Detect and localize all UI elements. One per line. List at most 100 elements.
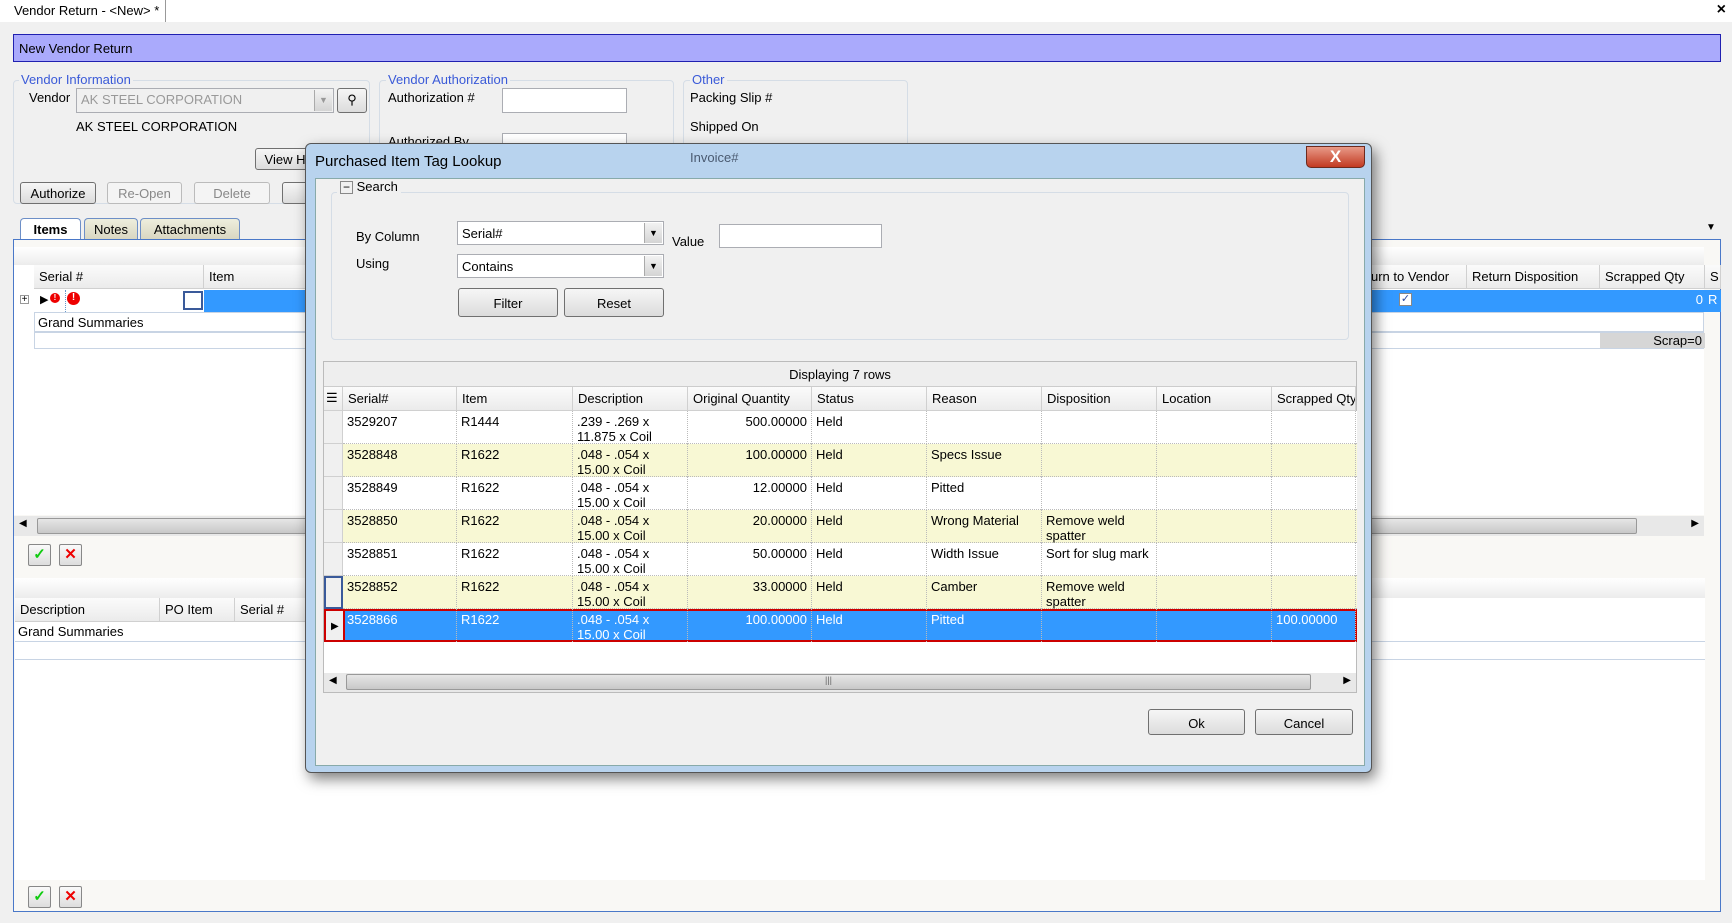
cell-scrapped-qty — [1272, 543, 1356, 576]
col-scrapped-qty[interactable]: Scrapped Qty — [1600, 265, 1705, 289]
scrap-summary: Scrap=0 — [1600, 333, 1705, 348]
cancel-button[interactable]: Cancel — [1255, 709, 1353, 735]
tab-notes[interactable]: Notes — [84, 218, 138, 240]
col-description[interactable]: Description — [15, 598, 160, 622]
row-selector[interactable] — [324, 510, 343, 543]
column-chooser-icon[interactable]: ☰ — [324, 387, 343, 411]
tab-attachments[interactable]: Attachments — [140, 218, 240, 240]
row-scrapped-qty: 0 — [1695, 292, 1703, 307]
col-s[interactable]: S — [1705, 265, 1721, 289]
col-item[interactable]: Item — [204, 265, 314, 289]
row-selector[interactable] — [324, 576, 343, 609]
cell-original-quantity: 50.00000 — [688, 543, 812, 576]
row-selector[interactable]: ▶ — [324, 609, 343, 642]
col-scrapped-qty[interactable]: Scrapped Qty — [1272, 387, 1356, 411]
col-serial[interactable]: Serial # — [34, 265, 204, 289]
cell-description: .048 - .054 x 15.00 x Coil — [573, 576, 688, 609]
col-location[interactable]: Location — [1157, 387, 1272, 411]
cell-status: Held — [812, 477, 927, 510]
cell-item: R1622 — [457, 609, 573, 642]
cell-serial: 3528849 — [343, 477, 457, 510]
reopen-button[interactable]: Re-Open — [107, 182, 182, 204]
value-input[interactable] — [719, 224, 882, 248]
reset-button[interactable]: Reset — [564, 288, 664, 317]
row-selector[interactable] — [324, 411, 343, 444]
error-icon: ! — [67, 292, 80, 305]
authorize-button[interactable]: Authorize — [20, 182, 96, 204]
cancel-x-icon[interactable]: ✕ — [59, 886, 82, 908]
table-row[interactable]: 3528849 R1622.048 - .054 x 15.00 x Coil 12… — [343, 477, 1357, 510]
chevron-down-icon[interactable]: ▼ — [314, 90, 332, 111]
cancel-x-icon[interactable]: ✕ — [59, 544, 82, 566]
value-label: Value — [672, 234, 705, 249]
tab-list-dropdown-icon[interactable]: ▼ — [1706, 222, 1716, 233]
table-row[interactable]: 3528851 R1622.048 - .054 x 15.00 x Coil 50… — [343, 543, 1357, 576]
dialog-close-icon[interactable]: X — [1306, 146, 1365, 168]
lookup-hscrollbar[interactable]: ||| ◀ ▶ — [324, 673, 1356, 692]
filter-button[interactable]: Filter — [458, 288, 558, 317]
return-to-vendor-checkbox[interactable]: ✓ — [1399, 293, 1412, 306]
auth-number-input[interactable] — [502, 88, 627, 113]
row-selector[interactable] — [324, 543, 343, 576]
chevron-down-icon[interactable]: ▼ — [644, 223, 662, 243]
table-row[interactable]: 3529207 R1444.239 - .269 x 11.875 x Coil 5… — [343, 411, 1357, 444]
vendor-combo[interactable]: AK STEEL CORPORATION ▼ — [76, 88, 334, 113]
cell-original-quantity: 20.00000 — [688, 510, 812, 543]
binoculars-icon[interactable]: ⚲ — [337, 88, 367, 113]
ok-button[interactable]: Ok — [1148, 709, 1245, 735]
cell-location — [1157, 510, 1272, 543]
using-value: Contains — [462, 259, 514, 274]
col-description[interactable]: Description — [573, 387, 688, 411]
col-return-disposition[interactable]: Return Disposition — [1467, 265, 1600, 289]
cell-reason: Wrong Material — [927, 510, 1042, 543]
col-serial-lower[interactable]: Serial # — [235, 598, 315, 622]
row-selector[interactable] — [324, 444, 343, 477]
delete-button[interactable]: Delete — [194, 182, 270, 204]
cell-status: Held — [812, 543, 927, 576]
cell-scrapped-qty — [1272, 411, 1356, 444]
cell-original-quantity: 100.00000 — [688, 609, 812, 642]
cell-description: .239 - .269 x 11.875 x Coil — [573, 411, 688, 444]
accept-check-icon[interactable]: ✓ — [28, 886, 51, 908]
table-row[interactable]: 3528848 R1622.048 - .054 x 15.00 x Coil 10… — [343, 444, 1357, 477]
scroll-left-icon[interactable]: ◀ — [329, 675, 337, 686]
col-reason[interactable]: Reason — [927, 387, 1042, 411]
scroll-right-icon[interactable]: ▶ — [1691, 518, 1699, 529]
using-select[interactable]: Contains ▼ — [457, 254, 664, 278]
serial-input[interactable] — [65, 290, 185, 312]
close-icon[interactable]: × — [1717, 1, 1726, 19]
tab-items[interactable]: Items — [20, 218, 81, 241]
col-status[interactable]: Status — [812, 387, 927, 411]
table-row[interactable]: 3528866 R1622.048 - .054 x 15.00 x Coil 10… — [343, 609, 1357, 642]
table-row[interactable]: 3528850 R1622.048 - .054 x 15.00 x Coil 20… — [343, 510, 1357, 543]
col-po-item[interactable]: PO Item — [160, 598, 235, 622]
scroll-right-icon[interactable]: ▶ — [1343, 675, 1351, 686]
col-disposition[interactable]: Disposition — [1042, 387, 1157, 411]
cell-disposition — [1042, 609, 1157, 642]
by-column-select[interactable]: Serial# ▼ — [457, 221, 664, 245]
collapse-icon[interactable]: − — [340, 181, 353, 194]
packing-slip-label: Packing Slip # — [690, 90, 773, 105]
search-legend-label: Search — [356, 179, 398, 194]
serial-lookup-button[interactable] — [183, 291, 203, 310]
expand-icon[interactable]: + — [20, 295, 29, 305]
col-return-to-vendor[interactable]: urn to Vendor — [1366, 265, 1467, 289]
col-original-quantity[interactable]: Original Quantity — [688, 387, 812, 411]
accept-check-icon[interactable]: ✓ — [28, 544, 51, 566]
col-serial[interactable]: Serial# — [343, 387, 457, 411]
cell-serial: 3528851 — [343, 543, 457, 576]
scroll-thumb[interactable]: ||| — [346, 674, 1311, 690]
vendor-info-legend: Vendor Information — [19, 72, 133, 87]
table-row[interactable]: 3528852 R1622.048 - .054 x 15.00 x Coil 33… — [343, 576, 1357, 609]
cell-serial: 3528866 — [343, 609, 457, 642]
cell-location — [1157, 477, 1272, 510]
chevron-down-icon[interactable]: ▼ — [644, 256, 662, 276]
row-selector[interactable] — [324, 477, 343, 510]
other-legend: Other — [690, 72, 727, 87]
col-item[interactable]: Item — [457, 387, 573, 411]
cell-disposition: Sort for slug mark — [1042, 543, 1157, 576]
vendor-auth-legend: Vendor Authorization — [386, 72, 510, 87]
scroll-left-icon[interactable]: ◀ — [19, 518, 27, 529]
dialog-title: Purchased Item Tag Lookup — [315, 153, 502, 170]
document-tab[interactable]: Vendor Return - <New> * — [8, 0, 167, 22]
